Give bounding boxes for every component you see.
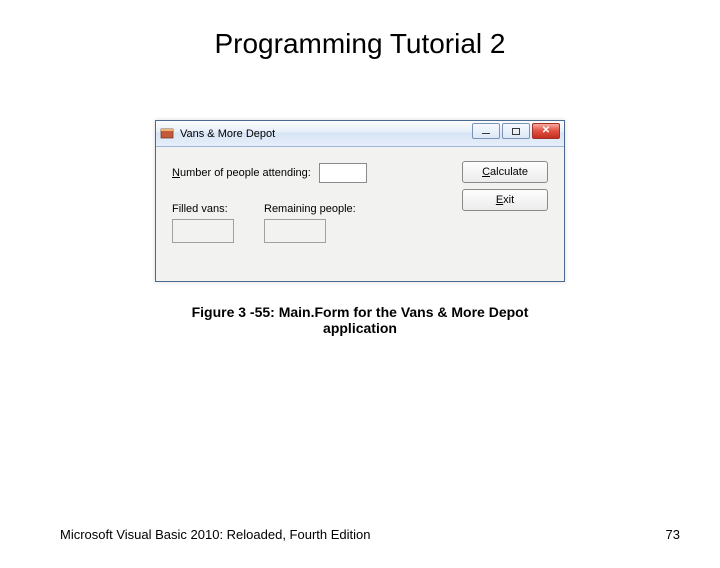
app-window: Vans & More Depot ✕ Number of people att… — [155, 120, 565, 282]
button-column: Calculate Exit — [462, 161, 548, 211]
calculate-button[interactable]: Calculate — [462, 161, 548, 183]
maximize-button[interactable] — [502, 123, 530, 139]
exit-button[interactable]: Exit — [462, 189, 548, 211]
remaining-people-output — [264, 219, 326, 243]
minimize-icon — [482, 133, 490, 134]
close-icon: ✕ — [542, 126, 550, 136]
window-controls: ✕ — [470, 123, 560, 139]
maximize-icon — [512, 128, 520, 135]
filled-vans-output — [172, 219, 234, 243]
remaining-people-label: Remaining people: — [264, 203, 356, 215]
window-title: Vans & More Depot — [180, 128, 275, 140]
titlebar: Vans & More Depot ✕ — [156, 121, 564, 147]
app-icon — [160, 127, 174, 141]
figure-area: Vans & More Depot ✕ Number of people att… — [155, 120, 565, 336]
close-button[interactable]: ✕ — [532, 123, 560, 139]
attending-input[interactable] — [319, 163, 367, 183]
slide-title: Programming Tutorial 2 — [0, 28, 720, 60]
window-client-area: Number of people attending: Calculate Ex… — [156, 147, 564, 281]
attending-label: Number of people attending: — [172, 167, 311, 179]
filled-vans-group: Filled vans: — [172, 203, 234, 243]
minimize-button[interactable] — [472, 123, 500, 139]
figure-caption: Figure 3 -55: Main.Form for the Vans & M… — [155, 304, 565, 336]
remaining-people-group: Remaining people: — [264, 203, 356, 243]
filled-vans-label: Filled vans: — [172, 203, 234, 215]
